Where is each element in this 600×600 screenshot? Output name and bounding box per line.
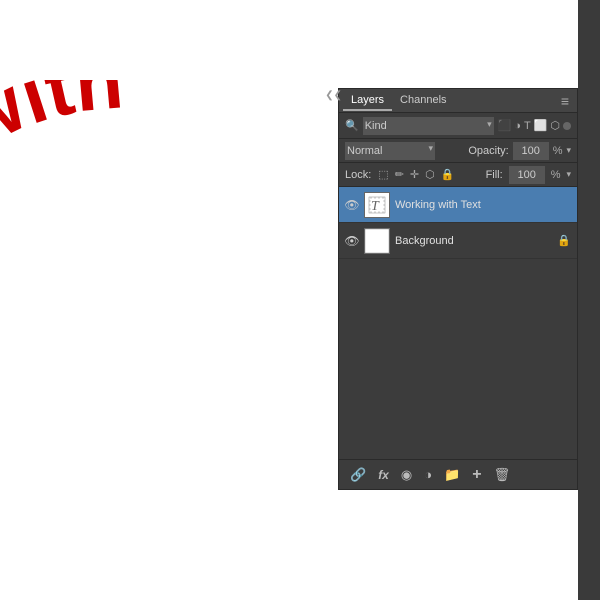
layer-mask-button[interactable]: ◉	[398, 465, 415, 485]
tab-channels[interactable]: Channels	[392, 91, 454, 111]
delete-layer-button[interactable]: 🗑	[491, 465, 514, 485]
layer-item-background[interactable]: 👁 Background 🔒	[339, 223, 577, 259]
lock-position-button[interactable]: ✛	[409, 168, 420, 181]
layer-thumbnail-text: T	[364, 192, 390, 218]
lock-icons-group: ⬚ ✏ ✛ ⬡ 🔒	[377, 168, 455, 181]
link-layers-button[interactable]: 🔗	[347, 465, 369, 485]
fill-arrow-icon[interactable]: ▾	[566, 169, 571, 180]
pixel-filter-icon[interactable]: ⬛	[498, 119, 512, 132]
layer-effects-button[interactable]: fx	[375, 466, 392, 484]
filter-active-dot	[563, 122, 571, 130]
layer-item-working-with-text[interactable]: 👁 T Working with Text	[339, 187, 577, 223]
panel-tabs: Layers Channels	[343, 91, 455, 111]
tab-layers[interactable]: Layers	[343, 91, 392, 111]
background-lock-icon: 🔒	[557, 234, 571, 247]
panel-header: Layers Channels ≡	[339, 89, 577, 113]
lock-label: Lock:	[345, 169, 371, 181]
kind-select[interactable]: Kind Name Effect Mode Attribute Color	[363, 117, 494, 135]
lock-all-button[interactable]: 🔒	[440, 168, 456, 181]
new-group-button[interactable]: 📁	[441, 465, 463, 485]
kind-select-wrapper: Kind Name Effect Mode Attribute Color	[363, 117, 494, 135]
opacity-label: Opacity:	[468, 145, 508, 157]
curved-text: king with	[0, 80, 126, 290]
new-layer-button[interactable]: +	[469, 464, 484, 486]
lock-fill-row: Lock: ⬚ ✏ ✛ ⬡ 🔒 Fill: % ▾	[339, 163, 577, 187]
fill-percent: %	[551, 169, 561, 181]
panel-menu-button[interactable]: ≡	[557, 93, 573, 109]
fill-input[interactable]	[509, 166, 545, 184]
opacity-arrow-icon[interactable]: ▾	[566, 145, 571, 156]
blend-opacity-row: Normal Dissolve Multiply Screen Overlay …	[339, 139, 577, 163]
layers-panel: Layers Channels ≡ 🔍 Kind Name Effect Mod…	[338, 88, 578, 490]
panel-collapse-button[interactable]: ❮❮	[325, 90, 342, 101]
smartobj-filter-icon[interactable]: ⬡	[550, 119, 560, 132]
shape-filter-icon[interactable]: ⬜	[534, 119, 548, 132]
adjustment-filter-icon[interactable]: ◑	[514, 120, 521, 132]
layer-thumbnail-background	[364, 228, 390, 254]
type-filter-icon[interactable]: T	[524, 120, 531, 132]
right-edge-panel	[578, 0, 600, 600]
lock-pixels-button[interactable]: ✏	[394, 168, 405, 181]
visibility-toggle-background[interactable]: 👁	[345, 234, 359, 248]
lock-transparent-button[interactable]: ⬚	[377, 168, 389, 181]
visibility-toggle-text-layer[interactable]: 👁	[345, 198, 359, 212]
layer-name-text: Working with Text	[395, 199, 571, 211]
blend-mode-wrapper: Normal Dissolve Multiply Screen Overlay	[345, 142, 435, 160]
search-row: 🔍 Kind Name Effect Mode Attribute Color …	[339, 113, 577, 139]
curved-text-container: king with	[0, 80, 300, 280]
layer-list-empty-space	[339, 259, 577, 459]
adjustment-layer-button[interactable]: ◑	[421, 465, 435, 484]
opacity-input[interactable]	[513, 142, 549, 160]
opacity-percent: %	[553, 145, 563, 157]
curved-text-svg: king with	[0, 80, 380, 300]
blend-mode-select[interactable]: Normal Dissolve Multiply Screen Overlay	[345, 142, 435, 160]
lock-artboard-button[interactable]: ⬡	[424, 168, 436, 181]
filter-icons: ⬛ ◑ T ⬜ ⬡	[498, 119, 571, 132]
search-icon: 🔍	[345, 119, 359, 132]
panel-footer: 🔗 fx ◉ ◑ 📁 + 🗑	[339, 459, 577, 489]
fill-label: Fill:	[486, 169, 503, 181]
layer-name-background: Background	[395, 235, 552, 247]
